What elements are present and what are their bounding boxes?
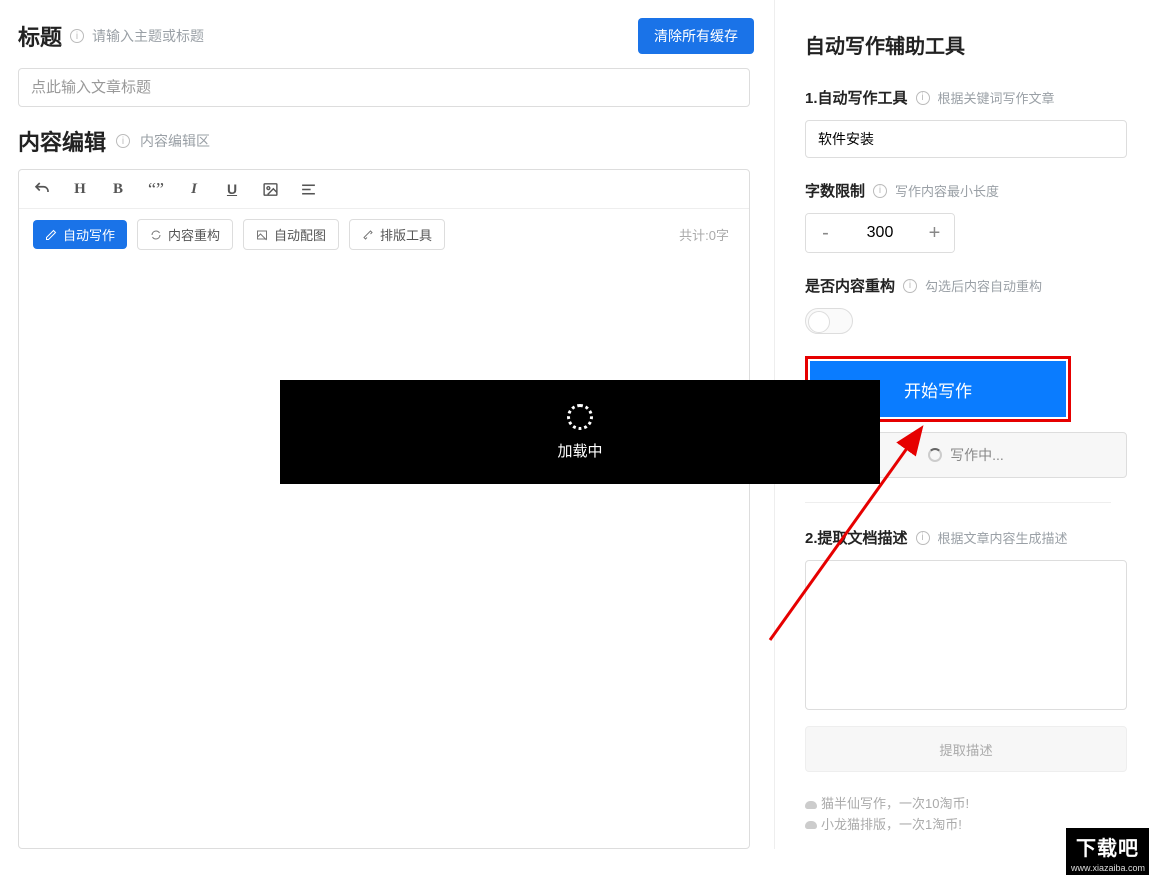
sidebar-title: 自动写作辅助工具	[805, 30, 1111, 59]
content-hint: 内容编辑区	[140, 131, 210, 151]
rewrite-label: 内容重构	[168, 225, 220, 244]
title-input-wrap[interactable]	[18, 68, 750, 107]
info-icon: i	[916, 531, 930, 545]
divider	[805, 502, 1111, 503]
wordlimit-hint: 写作内容最小长度	[895, 181, 999, 200]
auto-image-button[interactable]: 自动配图	[243, 219, 339, 250]
auto-write-button[interactable]: 自动写作	[33, 220, 127, 249]
rewrite-toggle-label: 是否内容重构	[805, 275, 895, 296]
cloud-icon	[805, 821, 817, 829]
image-icon	[256, 229, 268, 241]
auto-image-label: 自动配图	[274, 225, 326, 244]
keyword-input[interactable]	[818, 131, 1114, 147]
sec2-hint: 根据文章内容生成描述	[938, 528, 1068, 547]
wordlimit-stepper[interactable]: - +	[805, 213, 955, 253]
watermark-url: www.xiazaiba.com	[1066, 863, 1149, 875]
rewrite-toggle[interactable]	[805, 308, 853, 334]
title-heading: 标题	[18, 20, 62, 52]
footer-hint-2: 小龙猫排版，一次1淘币!	[821, 817, 962, 832]
footer-hint-1: 猫半仙写作，一次10淘币!	[821, 796, 969, 811]
wrench-icon	[362, 229, 374, 241]
spinner-icon	[928, 448, 942, 462]
info-icon: i	[916, 91, 930, 105]
spinner-icon	[567, 404, 593, 430]
stepper-plus-button[interactable]: +	[915, 214, 954, 252]
heading-icon[interactable]: H	[71, 180, 89, 198]
rewrite-button[interactable]: 内容重构	[137, 219, 233, 250]
editor-area: H B “” I U 自动写作 内容重构 自动配图	[18, 169, 750, 849]
info-icon: i	[116, 134, 130, 148]
watermark-text: 下载吧	[1066, 828, 1149, 863]
sec1-label: 1.自动写作工具	[805, 87, 908, 108]
description-textarea[interactable]	[805, 560, 1127, 710]
clear-cache-button[interactable]: 清除所有缓存	[638, 18, 754, 54]
rewrite-toggle-hint: 勾选后内容自动重构	[925, 276, 1042, 295]
auto-write-label: 自动写作	[63, 225, 115, 244]
align-icon[interactable]	[299, 180, 317, 198]
writing-status-label: 写作中...	[950, 445, 1004, 465]
layout-tool-label: 排版工具	[380, 225, 432, 244]
sec2-label: 2.提取文档描述	[805, 527, 908, 548]
pencil-icon	[45, 229, 57, 241]
italic-icon[interactable]: I	[185, 180, 203, 198]
bold-icon[interactable]: B	[109, 180, 127, 198]
content-heading: 内容编辑	[18, 125, 106, 157]
title-hint: 请输入主题或标题	[92, 26, 204, 46]
undo-icon[interactable]	[33, 180, 51, 198]
underline-icon[interactable]: U	[223, 180, 241, 198]
info-icon: i	[70, 29, 84, 43]
image-icon[interactable]	[261, 180, 279, 198]
loading-overlay: 加载中	[280, 380, 880, 484]
layout-tool-button[interactable]: 排版工具	[349, 219, 445, 250]
loading-text: 加载中	[557, 440, 602, 461]
cloud-icon	[805, 801, 817, 809]
info-icon: i	[903, 279, 917, 293]
watermark: 下载吧 www.xiazaiba.com	[1066, 828, 1149, 875]
word-counter: 共计:0字	[679, 225, 729, 244]
sec1-hint: 根据关键词写作文章	[938, 88, 1055, 107]
title-input[interactable]	[31, 79, 737, 96]
wordlimit-input[interactable]	[845, 214, 915, 252]
extract-description-button[interactable]: 提取描述	[805, 726, 1127, 772]
quote-icon[interactable]: “”	[147, 180, 165, 198]
refresh-icon	[150, 229, 162, 241]
wordlimit-label: 字数限制	[805, 180, 865, 201]
info-icon: i	[873, 184, 887, 198]
stepper-minus-button[interactable]: -	[806, 214, 845, 252]
keyword-input-wrap[interactable]	[805, 120, 1127, 158]
